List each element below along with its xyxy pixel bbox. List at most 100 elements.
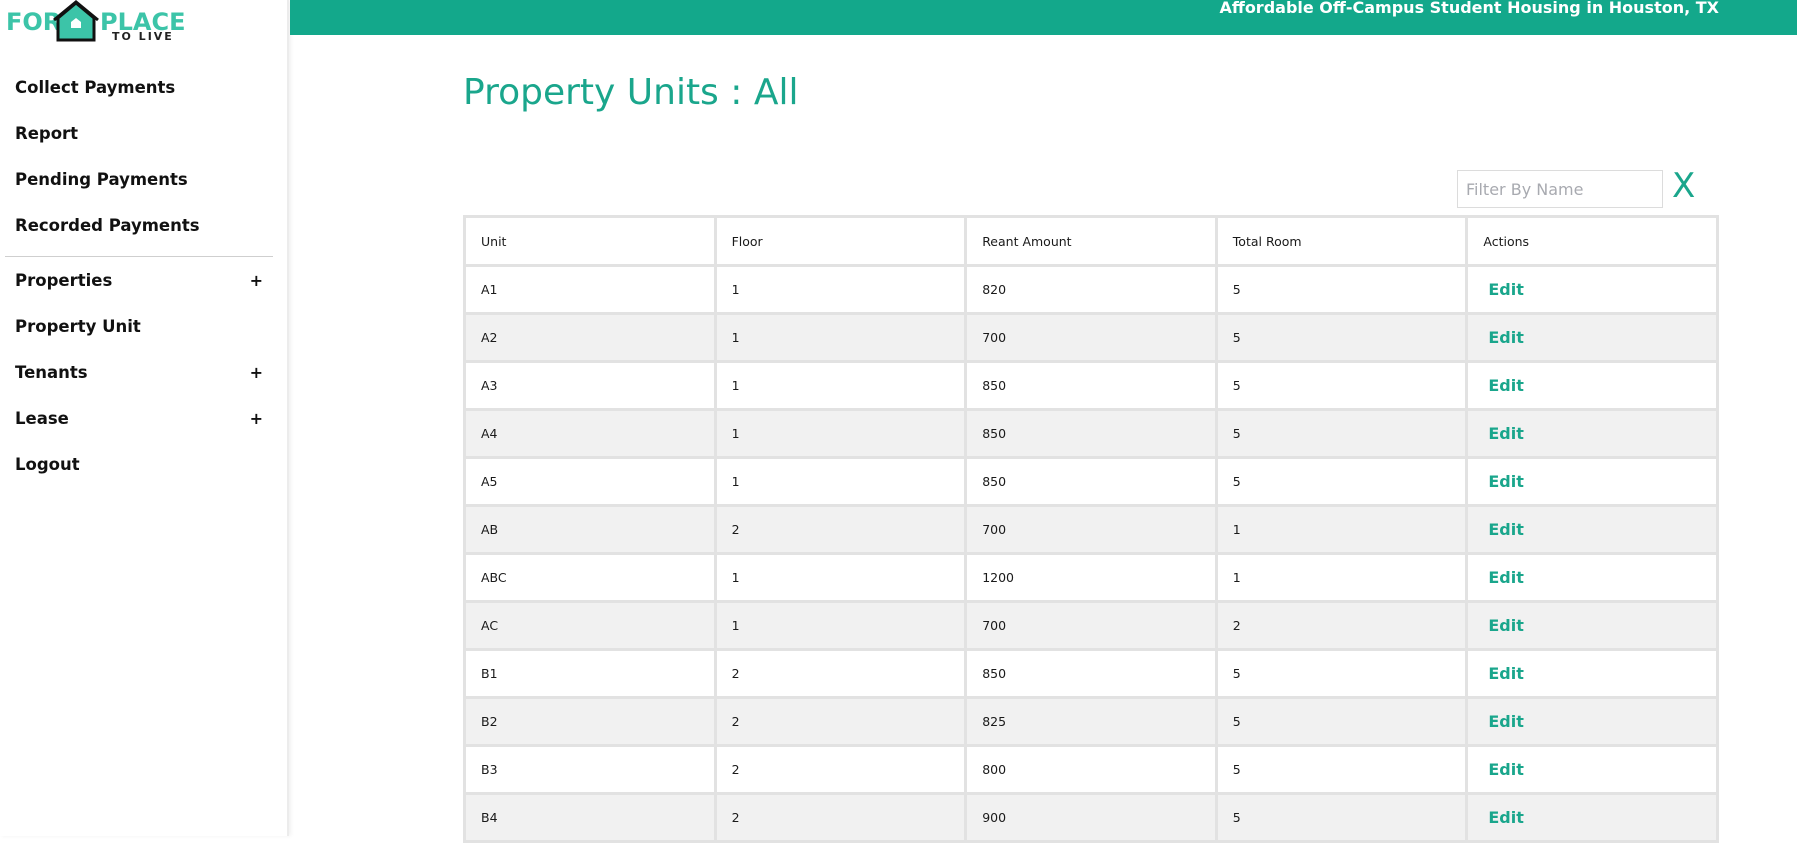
units-table-container: Unit Floor Reant Amount Total Room Actio…: [463, 215, 1719, 843]
edit-link[interactable]: Edit: [1483, 520, 1524, 539]
edit-link[interactable]: Edit: [1483, 664, 1524, 683]
cell-actions: Edit: [1468, 315, 1716, 360]
column-header-actions: Actions: [1468, 218, 1716, 264]
cell-total-room: 5: [1217, 651, 1466, 696]
cell-unit: B3: [466, 747, 714, 792]
sidebar-item-label: Collect Payments: [15, 78, 176, 97]
cell-actions: Edit: [1468, 795, 1716, 840]
cell-rent-amount: 850: [967, 411, 1215, 456]
sidebar-item-label: Pending Payments: [15, 170, 188, 189]
cell-unit: B4: [466, 795, 714, 840]
sidebar-item-tenants[interactable]: Tenants +: [0, 353, 287, 399]
column-header-total-room[interactable]: Total Room: [1217, 218, 1466, 264]
sidebar-item-report[interactable]: Report: [0, 114, 287, 160]
cell-floor: 2: [716, 699, 965, 744]
cell-unit: AB: [466, 507, 714, 552]
table-row: A5 1 850 5 Edit: [466, 459, 1716, 504]
column-header-unit[interactable]: Unit: [466, 218, 714, 264]
edit-link[interactable]: Edit: [1483, 328, 1524, 347]
cell-unit: A1: [466, 267, 714, 312]
sidebar-nav: Collect Payments Report Pending Payments…: [0, 68, 287, 491]
cell-floor: 1: [716, 363, 965, 408]
cell-rent-amount: 700: [967, 315, 1215, 360]
cell-floor: 2: [716, 651, 965, 696]
sidebar-item-label: Tenants: [15, 363, 88, 382]
cell-rent-amount: 900: [967, 795, 1215, 840]
edit-link[interactable]: Edit: [1483, 472, 1524, 491]
cell-actions: Edit: [1468, 507, 1716, 552]
sidebar-item-logout[interactable]: Logout: [0, 445, 287, 491]
filter-bar: X: [1457, 166, 1695, 208]
column-header-floor[interactable]: Floor: [716, 218, 965, 264]
cell-unit: ABC: [466, 555, 714, 600]
cell-unit: A3: [466, 363, 714, 408]
cell-floor: 1: [716, 315, 965, 360]
expand-plus-icon[interactable]: +: [250, 353, 263, 393]
table-row: A2 1 700 5 Edit: [466, 315, 1716, 360]
cell-rent-amount: 700: [967, 603, 1215, 648]
sidebar-item-label: Logout: [15, 455, 80, 474]
cell-rent-amount: 825: [967, 699, 1215, 744]
table-row: A4 1 850 5 Edit: [466, 411, 1716, 456]
units-table: Unit Floor Reant Amount Total Room Actio…: [463, 215, 1719, 843]
edit-link[interactable]: Edit: [1483, 424, 1524, 443]
cell-actions: Edit: [1468, 651, 1716, 696]
sidebar-item-label: Properties: [15, 271, 113, 290]
sidebar-item-label: Lease: [15, 409, 69, 428]
table-row: ABC 1 1200 1 Edit: [466, 555, 1716, 600]
header-tagline: Affordable Off-Campus Student Housing in…: [1219, 0, 1719, 17]
table-row: B2 2 825 5 Edit: [466, 699, 1716, 744]
edit-link[interactable]: Edit: [1483, 280, 1524, 299]
expand-plus-icon[interactable]: +: [250, 399, 263, 439]
sidebar-item-label: Report: [15, 124, 79, 143]
sidebar-item-property-unit[interactable]: Property Unit: [0, 307, 287, 353]
edit-link[interactable]: Edit: [1483, 712, 1524, 731]
sidebar-item-recorded-payments[interactable]: Recorded Payments: [0, 206, 287, 252]
edit-link[interactable]: Edit: [1483, 760, 1524, 779]
cell-unit: AC: [466, 603, 714, 648]
cell-unit: B1: [466, 651, 714, 696]
cell-actions: Edit: [1468, 603, 1716, 648]
sidebar-item-lease[interactable]: Lease +: [0, 399, 287, 445]
cell-total-room: 5: [1217, 795, 1466, 840]
clear-filter-icon[interactable]: X: [1672, 166, 1695, 206]
cell-floor: 1: [716, 603, 965, 648]
cell-unit: A2: [466, 315, 714, 360]
cell-total-room: 5: [1217, 699, 1466, 744]
cell-floor: 2: [716, 747, 965, 792]
expand-plus-icon[interactable]: +: [250, 261, 263, 301]
edit-link[interactable]: Edit: [1483, 808, 1524, 827]
filter-by-name-input[interactable]: [1457, 170, 1663, 208]
edit-link[interactable]: Edit: [1483, 376, 1524, 395]
sidebar-item-properties[interactable]: Properties +: [0, 261, 287, 307]
sidebar-item-label: Recorded Payments: [15, 216, 200, 235]
cell-actions: Edit: [1468, 411, 1716, 456]
table-row: B4 2 900 5 Edit: [466, 795, 1716, 840]
cell-actions: Edit: [1468, 555, 1716, 600]
cell-floor: 1: [716, 555, 965, 600]
cell-rent-amount: 850: [967, 459, 1215, 504]
cell-actions: Edit: [1468, 267, 1716, 312]
edit-link[interactable]: Edit: [1483, 616, 1524, 635]
column-header-rent-amount[interactable]: Reant Amount: [967, 218, 1215, 264]
edit-link[interactable]: Edit: [1483, 568, 1524, 587]
cell-total-room: 5: [1217, 363, 1466, 408]
cell-rent-amount: 700: [967, 507, 1215, 552]
table-row: AC 1 700 2 Edit: [466, 603, 1716, 648]
cell-floor: 1: [716, 459, 965, 504]
cell-rent-amount: 850: [967, 363, 1215, 408]
cell-rent-amount: 800: [967, 747, 1215, 792]
cell-total-room: 5: [1217, 315, 1466, 360]
cell-total-room: 5: [1217, 411, 1466, 456]
cell-total-room: 5: [1217, 459, 1466, 504]
logo[interactable]: FOR PLACE TO LIVE: [4, 0, 185, 46]
cell-rent-amount: 1200: [967, 555, 1215, 600]
cell-floor: 2: [716, 795, 965, 840]
sidebar-divider: [5, 256, 273, 257]
house-logo-icon: [53, 0, 99, 42]
sidebar-item-collect-payments[interactable]: Collect Payments: [0, 68, 287, 114]
sidebar-item-pending-payments[interactable]: Pending Payments: [0, 160, 287, 206]
table-row: AB 2 700 1 Edit: [466, 507, 1716, 552]
cell-unit: A4: [466, 411, 714, 456]
cell-floor: 1: [716, 411, 965, 456]
